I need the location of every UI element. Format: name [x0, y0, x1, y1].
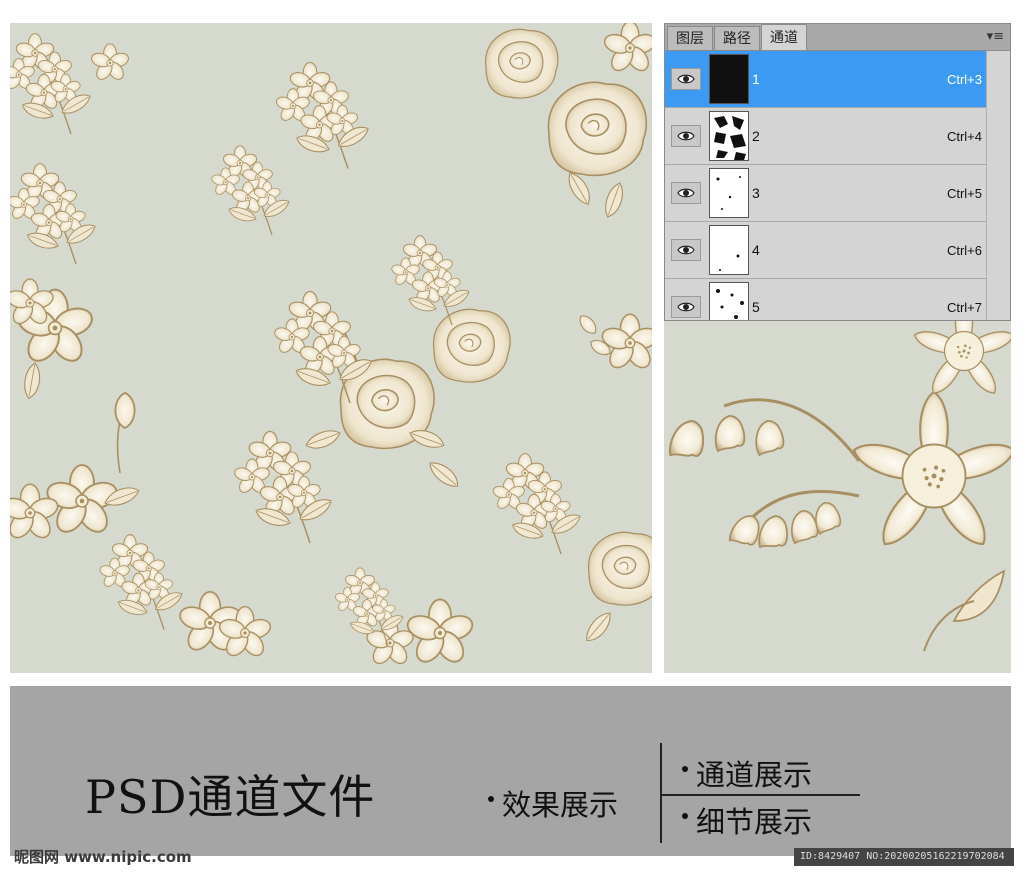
info-banner: PSD通道文件 效果展示 通道展示 细节展示	[10, 686, 1011, 856]
channel-row-5[interactable]: 5 Ctrl+7	[665, 279, 1010, 320]
channel-thumbnail	[709, 54, 749, 104]
detail-label: 细节展示	[682, 799, 812, 841]
floral-detail-image	[667, 321, 1011, 652]
visibility-eye-icon[interactable]	[671, 239, 701, 261]
channel-name: 4	[752, 242, 760, 258]
panel-menu-icon[interactable]: ▾≡	[987, 29, 1004, 44]
channel-thumbnail	[709, 225, 749, 275]
detail-text: 细节展示	[696, 805, 813, 839]
floral-pattern-image	[10, 23, 652, 668]
palette-tab-bar: 图层 路径 通道 ▾≡	[665, 24, 1010, 51]
bullet-icon	[488, 796, 494, 802]
channel-thumbnail	[709, 282, 749, 320]
channel-name: 5	[752, 299, 760, 315]
channel-shortcut: Ctrl+3	[946, 71, 982, 87]
pattern-effect-preview	[10, 23, 652, 673]
banner-title: PSD通道文件	[85, 770, 376, 824]
visibility-eye-icon[interactable]	[671, 125, 701, 147]
channel-shortcut: Ctrl+4	[946, 128, 982, 144]
channel-row-1[interactable]: 1 Ctrl+3	[665, 51, 1010, 108]
tab-paths[interactable]: 路径	[714, 26, 760, 50]
palette-scrollbar[interactable]	[986, 51, 1010, 320]
bullet-icon	[682, 813, 688, 819]
visibility-eye-icon[interactable]	[671, 68, 701, 90]
tab-layers[interactable]: 图层	[667, 26, 713, 50]
channel-thumbnail	[709, 111, 749, 161]
tab-channels[interactable]: 通道	[761, 24, 807, 50]
channel-thumbnail	[709, 168, 749, 218]
visibility-eye-icon[interactable]	[671, 296, 701, 318]
channels-palette: 图层 路径 通道 ▾≡ 1 Ctrl+3 2 Ctrl+4 3 Ctrl+5 4…	[664, 23, 1011, 321]
channel-label: 通道展示	[682, 752, 812, 794]
channel-row-2[interactable]: 2 Ctrl+4	[665, 108, 1010, 165]
bracket-divider	[660, 794, 860, 796]
channel-row-4[interactable]: 4 Ctrl+6	[665, 222, 1010, 279]
pattern-detail-preview	[664, 321, 1011, 673]
site-watermark: 昵图网 www.nipic.com	[14, 848, 192, 866]
channel-name: 1	[752, 71, 760, 87]
effect-label: 效果展示	[488, 782, 618, 824]
channel-shortcut: Ctrl+5	[946, 185, 982, 201]
channel-list: 1 Ctrl+3 2 Ctrl+4 3 Ctrl+5 4 Ctrl+6 5 Ct…	[665, 51, 1010, 320]
visibility-eye-icon[interactable]	[671, 182, 701, 204]
channel-name: 2	[752, 128, 760, 144]
canvas: 图层 路径 通道 ▾≡ 1 Ctrl+3 2 Ctrl+4 3 Ctrl+5 4…	[0, 0, 1024, 877]
channel-text: 通道展示	[696, 758, 813, 792]
channel-row-3[interactable]: 3 Ctrl+5	[665, 165, 1010, 222]
bracket-divider	[660, 743, 662, 843]
effect-text: 效果展示	[502, 788, 619, 822]
bullet-icon	[682, 766, 688, 772]
channel-shortcut: Ctrl+7	[946, 299, 982, 315]
channel-shortcut: Ctrl+6	[946, 242, 982, 258]
image-id-watermark: ID:8429407 NO:20200205162219702084	[794, 848, 1014, 866]
channel-name: 3	[752, 185, 760, 201]
